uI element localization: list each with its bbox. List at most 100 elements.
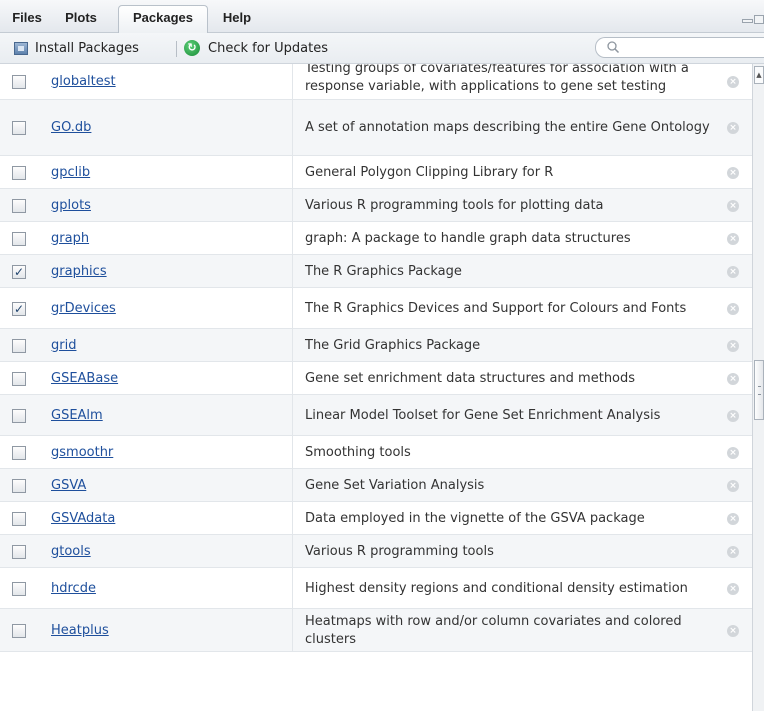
package-load-checkbox[interactable] (12, 478, 26, 493)
vertical-scrollbar[interactable]: ▲ (752, 64, 764, 711)
package-name-link[interactable]: GSEABase (51, 371, 118, 386)
install-packages-label: Install Packages (35, 40, 139, 56)
remove-package-icon[interactable]: × (727, 545, 739, 558)
package-row: gsmoothr Smoothing tools × (0, 436, 752, 469)
package-description: Various R programming tools for plotting… (305, 198, 604, 213)
tab-files[interactable]: Files (4, 5, 50, 33)
package-load-checkbox[interactable] (12, 165, 26, 180)
package-load-checkbox[interactable] (12, 544, 26, 559)
package-load-checkbox[interactable]: ✓ (12, 301, 26, 316)
package-name-link[interactable]: GSVAdata (51, 511, 115, 526)
package-description: Linear Model Toolset for Gene Set Enrich… (305, 408, 661, 423)
package-row: hdrcde Highest density regions and condit… (0, 568, 752, 609)
column-divider (292, 100, 293, 155)
remove-package-icon[interactable]: × (727, 372, 739, 385)
package-name-link[interactable]: Heatplus (51, 623, 109, 638)
package-description: Various R programming tools (305, 544, 494, 559)
remove-package-icon[interactable]: × (727, 446, 739, 459)
package-load-checkbox[interactable] (12, 511, 26, 526)
package-name-link[interactable]: graphics (51, 264, 107, 279)
package-row: Heatplus Heatmaps with row and/or column … (0, 609, 752, 652)
package-description: The R Graphics Package (305, 264, 462, 279)
remove-package-icon[interactable]: × (727, 122, 739, 134)
column-divider (292, 288, 293, 328)
package-load-checkbox[interactable]: ✓ (12, 264, 26, 279)
remove-package-icon[interactable]: × (727, 512, 739, 525)
remove-package-icon[interactable]: × (727, 409, 739, 422)
install-packages-button[interactable]: Install Packages (14, 38, 139, 58)
remove-package-icon[interactable]: × (727, 166, 739, 179)
package-load-checkbox[interactable] (12, 445, 26, 460)
package-load-checkbox[interactable] (12, 338, 26, 353)
pane-tab-bar: Files Plots Packages Help (0, 0, 764, 33)
remove-package-icon[interactable]: × (727, 339, 739, 352)
column-divider (292, 255, 293, 287)
package-description: Data employed in the vignette of the GSV… (305, 511, 645, 526)
scroll-up-arrow-icon[interactable]: ▲ (754, 66, 764, 84)
package-name-link[interactable]: globaltest (51, 74, 116, 89)
package-name-link[interactable]: grid (51, 338, 76, 353)
remove-package-icon[interactable]: × (727, 582, 739, 595)
package-row: GSEABase Gene set enrichment data structu… (0, 362, 752, 395)
package-name-link[interactable]: gpclib (51, 165, 90, 180)
remove-package-icon[interactable]: × (727, 199, 739, 212)
column-divider (292, 469, 293, 501)
remove-package-icon[interactable]: × (727, 302, 739, 315)
search-input[interactable] (624, 39, 758, 58)
package-name-link[interactable]: hdrcde (51, 581, 96, 596)
package-icon (14, 41, 28, 55)
minimize-pane-icon[interactable] (742, 19, 753, 23)
package-name-link[interactable]: GSEAlm (51, 408, 103, 423)
remove-package-icon[interactable]: × (727, 76, 739, 88)
tab-plots[interactable]: Plots (52, 5, 110, 33)
package-row: gtools Various R programming tools × (0, 535, 752, 568)
remove-package-icon[interactable]: × (727, 479, 739, 492)
package-row: globaltest Testing groups of covariates/f… (0, 64, 752, 100)
package-description: Smoothing tools (305, 445, 411, 460)
column-divider (292, 64, 293, 99)
package-name-link[interactable]: GSVA (51, 478, 86, 493)
package-description: Gene Set Variation Analysis (305, 478, 485, 493)
column-divider (292, 568, 293, 608)
package-search-box[interactable] (595, 37, 764, 58)
package-description: Highest density regions and conditional … (305, 581, 688, 596)
package-load-checkbox[interactable] (12, 121, 26, 135)
package-name-link[interactable]: graph (51, 231, 89, 246)
package-load-checkbox[interactable] (12, 371, 26, 386)
package-name-link[interactable]: gplots (51, 198, 91, 213)
package-load-checkbox[interactable] (12, 408, 26, 423)
remove-package-icon[interactable]: × (727, 265, 739, 278)
column-divider (292, 156, 293, 188)
package-name-link[interactable]: gtools (51, 544, 91, 559)
remove-package-icon[interactable]: × (727, 232, 739, 245)
toolbar-separator (176, 41, 177, 57)
package-row: gpclib General Polygon Clipping Library f… (0, 156, 752, 189)
package-load-checkbox[interactable] (12, 231, 26, 246)
package-description: The Grid Graphics Package (305, 338, 481, 353)
package-name-link[interactable]: gsmoothr (51, 445, 113, 460)
check-updates-label: Check for Updates (208, 40, 328, 56)
column-divider (292, 436, 293, 468)
refresh-icon: ↻ (184, 40, 200, 56)
package-row: grid The Grid Graphics Package × (0, 329, 752, 362)
column-divider (292, 329, 293, 361)
check-updates-button[interactable]: ↻ Check for Updates (184, 38, 328, 58)
package-row: ✓ graphics The R Graphics Package × (0, 255, 752, 288)
column-divider (292, 222, 293, 254)
packages-toolbar: Install Packages ↻ Check for Updates (0, 33, 764, 64)
remove-package-icon[interactable]: × (727, 624, 739, 637)
package-description: graph: A package to handle graph data st… (305, 231, 631, 246)
tab-help[interactable]: Help (212, 5, 262, 33)
package-row: gplots Various R programming tools for pl… (0, 189, 752, 222)
package-name-link[interactable]: grDevices (51, 301, 116, 316)
package-load-checkbox[interactable] (12, 75, 26, 89)
maximize-pane-icon[interactable] (754, 15, 764, 24)
package-load-checkbox[interactable] (12, 581, 26, 596)
package-load-checkbox[interactable] (12, 198, 26, 213)
package-load-checkbox[interactable] (12, 623, 26, 638)
scrollbar-thumb[interactable] (754, 360, 764, 420)
package-name-link[interactable]: GO.db (51, 120, 91, 135)
package-row: ✓ grDevices The R Graphics Devices and Sup… (0, 288, 752, 329)
package-description: Gene set enrichment data structures and … (305, 371, 636, 386)
tab-packages[interactable]: Packages (118, 5, 208, 33)
